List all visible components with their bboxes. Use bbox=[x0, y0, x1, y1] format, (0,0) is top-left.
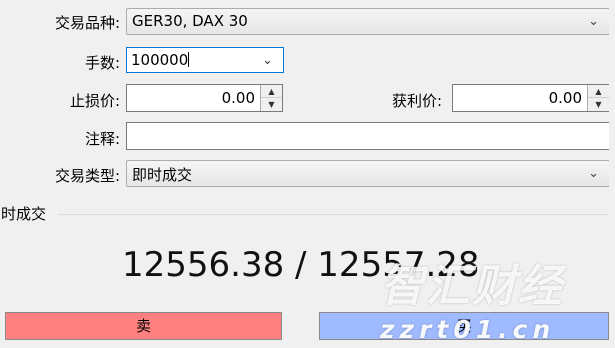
window-edge bbox=[609, 0, 615, 348]
order-type-label: 交易类型: bbox=[54, 167, 120, 185]
section-divider bbox=[58, 214, 615, 215]
comment-label: 注释: bbox=[84, 130, 120, 148]
chevron-down-icon[interactable]: ⌄ bbox=[262, 53, 273, 68]
chevron-down-icon: ⌄ bbox=[588, 14, 599, 29]
stop-loss-value: 0.00 bbox=[221, 89, 255, 107]
take-profit-label: 获利价: bbox=[391, 92, 442, 110]
sell-button[interactable]: 卖 bbox=[5, 312, 282, 340]
chevron-down-icon: ⌄ bbox=[588, 166, 599, 181]
stop-loss-spinbox[interactable]: 0.00 ▲ ▼ bbox=[126, 84, 283, 112]
take-profit-spin-buttons: ▲ ▼ bbox=[587, 85, 609, 111]
buy-button[interactable]: 买 bbox=[319, 312, 609, 340]
stop-loss-spin-buttons: ▲ ▼ bbox=[260, 85, 282, 111]
spin-up-icon[interactable]: ▲ bbox=[588, 85, 609, 98]
take-profit-spinbox[interactable]: 0.00 ▲ ▼ bbox=[452, 84, 610, 112]
volume-label: 手数: bbox=[84, 54, 120, 72]
order-type-value: 即时成交 bbox=[132, 166, 193, 184]
text-caret bbox=[188, 52, 190, 67]
order-type-select[interactable]: 即时成交 ⌄ bbox=[126, 160, 610, 187]
symbol-label: 交易品种: bbox=[54, 14, 120, 32]
bid-ask-price: 12556.38 / 12557.28 bbox=[122, 245, 480, 285]
spin-down-icon[interactable]: ▼ bbox=[588, 98, 609, 111]
spin-down-icon[interactable]: ▼ bbox=[261, 98, 282, 111]
symbol-select[interactable]: GER30, DAX 30 ⌄ bbox=[126, 8, 610, 35]
order-dialog: 交易品种: GER30, DAX 30 ⌄ 手数: 100000 ⌄ 止损价: … bbox=[0, 0, 615, 348]
section-title: 即时成交 bbox=[0, 205, 47, 223]
volume-value: 100000 bbox=[131, 51, 189, 69]
spin-up-icon[interactable]: ▲ bbox=[261, 85, 282, 98]
symbol-value: GER30, DAX 30 bbox=[132, 12, 248, 30]
comment-input[interactable] bbox=[126, 122, 610, 150]
stop-loss-label: 止损价: bbox=[69, 92, 120, 110]
volume-combo[interactable]: 100000 ⌄ bbox=[126, 47, 284, 73]
take-profit-value: 0.00 bbox=[548, 89, 582, 107]
